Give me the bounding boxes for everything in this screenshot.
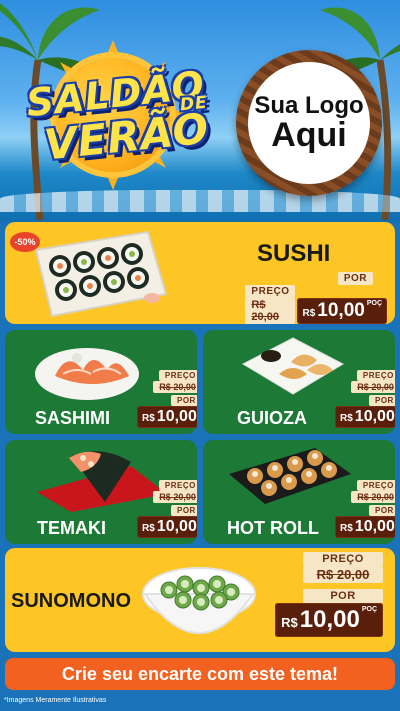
discount-badge: -50% (10, 232, 40, 252)
cta-banner[interactable]: Crie seu encarte com este tema! (5, 658, 395, 690)
price-box-hot-roll: PREÇO R$ 20,00 POR R$ 10,00 (335, 480, 395, 538)
old-price-sashimi: R$ 20,00 (153, 381, 197, 393)
por-label: POR (337, 272, 373, 285)
sea-waves (0, 190, 400, 212)
logo-text-line1: Sua Logo (254, 91, 364, 119)
price-box-temaki: PREÇO R$ 20,00 POR R$ 10,00 (137, 480, 197, 538)
sunomono-illustration (139, 554, 259, 652)
price-box-guioza: PREÇO R$ 20,00 POR R$ 10,00 (335, 370, 395, 428)
old-price-guioza: R$ 20,00 (351, 381, 395, 393)
old-price-temaki: R$ 20,00 (153, 491, 197, 503)
footnote: *Imagens Meramente Ilustrativas (4, 697, 107, 704)
logo-text-line2: Aqui (271, 115, 347, 154)
preco-label: PREÇO (245, 285, 296, 298)
product-name-hot-roll: HOT ROLL (227, 518, 319, 538)
old-price-sunomono: R$ 20,00 (303, 566, 383, 583)
product-name-temaki: TEMAKI (37, 518, 106, 538)
product-card-sashimi[interactable]: SASHIMI PREÇO R$ 20,00 POR R$ 10,00 (5, 330, 197, 434)
product-card-guioza[interactable]: GUIOZA PREÇO R$ 20,00 POR R$ 10,00 (203, 330, 395, 434)
product-card-temaki[interactable]: TEMAKI PREÇO R$ 20,00 POR R$ 10,00 (5, 440, 197, 544)
price-box-sushi: POR PREÇO R$ 20,00 R$ 10,00 POÇ (245, 272, 387, 324)
old-price-sushi: R$ 20,00 (245, 298, 296, 324)
product-name-sunomono: SUNOMONO (11, 590, 131, 612)
new-price-sunomono: R$ 10,00 POÇ (275, 603, 383, 637)
guioza-illustration (237, 334, 347, 405)
price-box-sashimi: PREÇO R$ 20,00 POR R$ 10,00 (137, 370, 197, 428)
new-price-guioza: R$ 10,00 (335, 406, 395, 428)
new-price-temaki: R$ 10,00 (137, 516, 197, 538)
product-card-hot-roll[interactable]: HOT ROLL PREÇO R$ 20,00 POR R$ 10,00 (203, 440, 395, 544)
new-price-sushi: R$ 10,00 POÇ (297, 298, 387, 324)
new-price-hot-roll: R$ 10,00 (335, 516, 395, 538)
sushi-illustration (30, 228, 170, 324)
product-card-sushi[interactable]: SUSHI POR PREÇO R$ 20,00 R$ 10,00 POÇ (5, 222, 395, 324)
product-name-sushi: SUSHI (257, 240, 331, 267)
product-card-sunomono[interactable]: SUNOMONO PREÇO R$ 20,00 POR R$ 10,00 POÇ (5, 548, 395, 652)
logo-placeholder[interactable]: Sua Logo Aqui (236, 50, 382, 196)
price-box-sunomono: PREÇO R$ 20,00 POR R$ 10,00 POÇ (275, 552, 383, 637)
product-name-sashimi: SASHIMI (35, 408, 111, 428)
old-price-hot-roll: R$ 20,00 (351, 491, 395, 503)
product-name-guioza: GUIOZA (237, 408, 307, 428)
hero-banner: SALDÃO DE VERÃO Sua Logo Aqui (0, 0, 400, 222)
sashimi-illustration (33, 336, 143, 407)
new-price-sashimi: R$ 10,00 (137, 406, 197, 428)
